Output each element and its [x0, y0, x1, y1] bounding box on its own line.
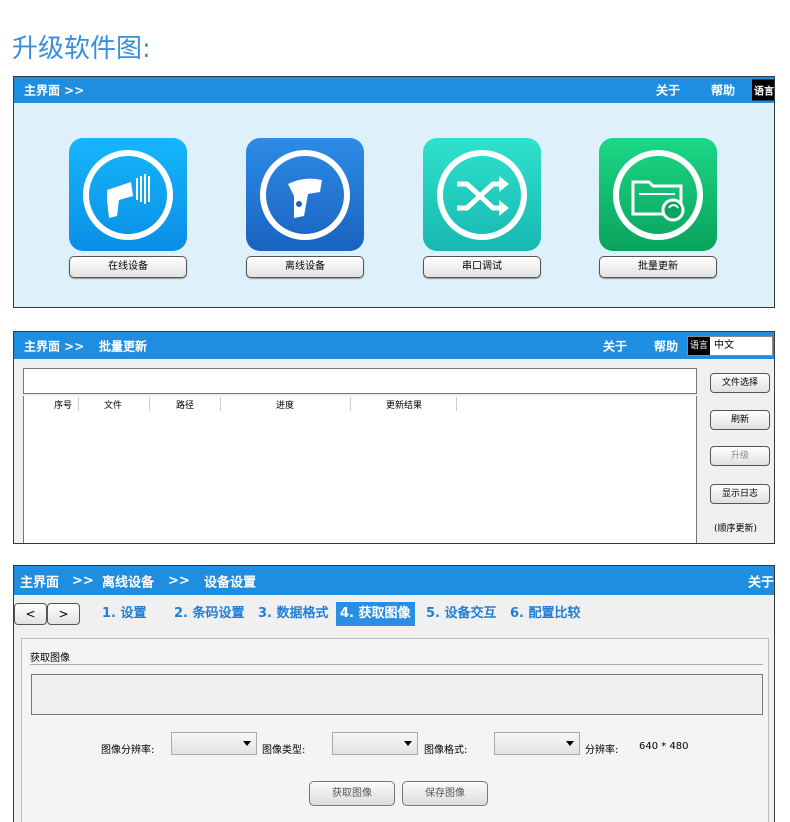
resolution-display-label: 分辨率:: [585, 745, 619, 756]
section-divider: [30, 664, 763, 665]
breadcrumb-separator: >>: [72, 573, 94, 588]
breadcrumb-offline-device[interactable]: 离线设备: [102, 571, 154, 590]
col-index: 序号: [54, 401, 73, 411]
about-link[interactable]: 关于: [656, 82, 680, 99]
device-settings-header: 主界面 >> 离线设备 >> 设备设置 关于: [14, 566, 774, 595]
offline-device-button[interactable]: 离线设备: [246, 256, 364, 278]
offline-scanner-icon: [288, 178, 322, 218]
breadcrumb-separator: >>: [168, 573, 190, 588]
language-value: 中文: [714, 340, 734, 351]
show-log-button[interactable]: 显示日志: [710, 484, 770, 504]
chevron-down-icon: [243, 741, 251, 746]
language-button[interactable]: 语言: [752, 79, 774, 101]
online-scanner-icon: [107, 174, 150, 218]
breadcrumb-device-settings: 设备设置: [204, 575, 257, 590]
file-path-field[interactable]: [23, 368, 697, 394]
tab-settings[interactable]: 1. 设置: [102, 602, 147, 626]
batch-update-header: 主界面 >> 批量更新 关于 帮助 语言 中文: [14, 332, 774, 359]
get-image-button[interactable]: 获取图像: [309, 781, 395, 806]
get-image-section: 获取图像 图像分辨率: 图像类型: 图像格式: 分辨率: 640 * 480 获…: [21, 638, 769, 822]
offline-device-tile[interactable]: [246, 138, 364, 251]
update-table-header: 序号 文件 路径 进度 更新结果: [24, 396, 696, 412]
serial-debug-tile[interactable]: [423, 138, 541, 251]
resolution-select[interactable]: [171, 732, 257, 755]
about-link[interactable]: 关于: [603, 337, 627, 354]
tab-data-format[interactable]: 3. 数据格式: [258, 602, 329, 626]
tab-barcode-settings[interactable]: 2. 条码设置: [174, 602, 245, 626]
image-format-select[interactable]: [494, 732, 580, 755]
col-file: 文件: [104, 401, 123, 411]
tab-config-compare[interactable]: 6. 配置比较: [510, 602, 581, 626]
chevron-down-icon: [404, 741, 412, 746]
image-format-label: 图像格式:: [424, 745, 468, 756]
help-link[interactable]: 帮助: [711, 82, 735, 99]
help-link[interactable]: 帮助: [654, 337, 678, 354]
update-table: 序号 文件 路径 进度 更新结果: [23, 396, 697, 543]
sequence-note: (顺序更新): [714, 524, 758, 534]
breadcrumb-main[interactable]: 主界面 >>: [24, 82, 84, 99]
serial-shuffle-icon: [457, 176, 509, 216]
forward-button[interactable]: >: [47, 603, 80, 625]
image-type-select[interactable]: [332, 732, 418, 755]
tab-get-image[interactable]: 4. 获取图像: [336, 602, 415, 626]
col-progress: 进度: [276, 401, 295, 411]
resolution-display-value: 640 * 480: [639, 741, 689, 752]
main-screen-panel: 主界面 >> 关于 帮助 语言 在线设备 离线设备 串口调试 批量更新: [13, 76, 775, 308]
tab-device-interaction[interactable]: 5. 设备交互: [426, 602, 497, 626]
online-device-tile[interactable]: [69, 138, 187, 251]
col-result: 更新结果: [386, 401, 423, 411]
breadcrumb-main[interactable]: 主界面: [20, 571, 59, 590]
about-link[interactable]: 关于: [748, 571, 774, 590]
back-button[interactable]: <: [14, 603, 47, 625]
breadcrumb-batch-update: 批量更新: [99, 339, 148, 353]
breadcrumb-main[interactable]: 主界面 >>: [24, 337, 84, 354]
chevron-down-icon: [566, 741, 574, 746]
device-settings-panel: 主界面 >> 离线设备 >> 设备设置 关于 < > 1. 设置 2. 条码设置…: [13, 565, 775, 822]
page-title: 升级软件图:: [12, 34, 151, 64]
image-display-field: [31, 674, 763, 715]
image-type-label: 图像类型:: [262, 745, 306, 756]
choose-file-button[interactable]: 文件选择: [710, 373, 770, 393]
resolution-label: 图像分辨率:: [101, 745, 155, 756]
batch-update-panel: 主界面 >> 批量更新 关于 帮助 语言 中文 序号 文件 路径 进度 更新结果…: [13, 331, 775, 544]
section-title: 获取图像: [30, 653, 70, 664]
serial-debug-button[interactable]: 串口调试: [423, 256, 541, 278]
col-path: 路径: [176, 401, 195, 411]
main-screen-header: 主界面 >> 关于 帮助 语言: [14, 77, 774, 103]
refresh-button[interactable]: 刷新: [710, 410, 770, 430]
language-select[interactable]: 语言 中文: [687, 336, 773, 356]
batch-update-tile[interactable]: [599, 138, 717, 251]
online-device-button[interactable]: 在线设备: [69, 256, 187, 278]
language-label: 语言: [688, 337, 710, 355]
upgrade-button[interactable]: 升级: [710, 446, 770, 466]
batch-update-button[interactable]: 批量更新: [599, 256, 717, 278]
save-image-button[interactable]: 保存图像: [402, 781, 488, 806]
batch-update-folder-icon: [631, 180, 685, 222]
